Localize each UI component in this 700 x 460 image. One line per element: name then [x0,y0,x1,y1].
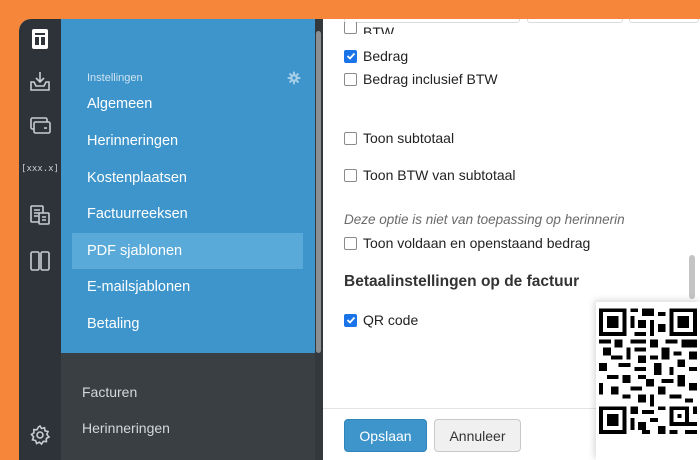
checkbox-btw-box[interactable] [344,22,357,34]
inbox-download-icon[interactable] [25,67,55,95]
checkbox-bedrag-inclusief-btw[interactable]: Bedrag inclusief BTW [344,70,498,88]
gear-icon[interactable] [25,421,55,449]
nav-item-pdf-sjablonen[interactable]: PDF sjablonen [72,233,303,269]
checkbox-qr-code[interactable]: QR code [344,311,418,329]
code-label: [xxx.x] [21,164,59,174]
nav-scrollbar[interactable] [315,19,323,460]
checkbox-btw-label: BTW [363,24,395,34]
checkbox-bedrag-inclusief-btw-label: Bedrag inclusief BTW [363,71,498,87]
card-icon[interactable] [25,111,55,139]
checkbox-btw[interactable]: BTW [344,22,394,34]
documents-icon[interactable] [25,201,55,229]
settings-nav: Instellingen Algemeen Herinneringen Kost… [61,19,323,460]
nav-item-label: Algemeen [87,96,153,112]
nav-item-facturen[interactable]: Facturen [82,384,137,400]
checkbox-bedrag-inclusief-btw-box[interactable] [344,72,357,86]
checkbox-toon-btw-van-subtotaal-label: Toon BTW van subtotaal [363,167,516,183]
nav-item-algemeen[interactable]: Algemeen [72,86,303,122]
checkbox-toon-voldaan-box[interactable] [344,236,357,250]
nav-item-label: Herinneringen [87,133,179,149]
cancel-button[interactable]: Annuleer [434,419,521,452]
nav-item-label: Kostenplaatsen [87,170,187,186]
nav-item-e-mailsjablonen[interactable]: E-mailsjablonen [72,269,303,305]
settings-gear-icon[interactable] [287,71,301,85]
nav-item-betaling[interactable]: Betaling [72,306,303,342]
payment-settings-heading: Betaalinstellingen op de factuur [344,273,580,290]
section-title: Instellingen [87,72,143,84]
checkbox-bedrag[interactable]: Bedrag [344,47,408,65]
nav-item-factuurreeksen[interactable]: Factuurreeksen [72,196,303,232]
checkbox-toon-voldaan[interactable]: Toon voldaan en openstaand bedrag [344,234,590,252]
nav-item-label: Betaling [87,316,140,332]
checkbox-toon-btw-van-subtotaal[interactable]: Toon BTW van subtotaal [344,166,516,184]
nav-item-kostenplaatsen[interactable]: Kostenplaatsen [72,160,303,196]
qr-code-image [596,302,700,460]
code-brackets-icon[interactable]: [xxx.x] [21,155,59,183]
icon-rail: [xxx.x] [19,19,61,460]
nav-item-label: E-mailsjablonen [87,279,191,295]
option-note: Deze optie is niet van toepassing op her… [344,212,625,227]
checkbox-bedrag-label: Bedrag [363,48,409,64]
checkbox-toon-btw-van-subtotaal-box[interactable] [344,168,357,182]
checkbox-qr-code-box[interactable] [344,313,357,327]
save-button[interactable]: Opslaan [344,419,427,452]
checkbox-toon-subtotaal-box[interactable] [344,131,357,145]
checkbox-toon-subtotaal[interactable]: Toon subtotaal [344,129,454,147]
nav-item-herinneringen-main[interactable]: Herinneringen [82,420,170,436]
settings-panel: Instellingen Algemeen Herinneringen Kost… [61,19,315,353]
invoice-icon[interactable] [25,25,55,53]
columns-icon[interactable] [25,247,55,275]
nav-item-herinneringen[interactable]: Herinneringen [72,123,303,159]
content-scrollbar-thumb[interactable] [689,255,695,299]
nav-scrollbar-thumb[interactable] [316,31,321,353]
checkbox-toon-voldaan-label: Toon voldaan en openstaand bedrag [363,235,591,251]
checkbox-toon-subtotaal-label: Toon subtotaal [363,130,455,146]
checkbox-qr-code-label: QR code [363,312,419,328]
nav-item-label: Factuurreeksen [87,206,188,222]
checkbox-bedrag-box[interactable] [344,49,357,63]
nav-item-label: PDF sjablonen [87,243,183,259]
